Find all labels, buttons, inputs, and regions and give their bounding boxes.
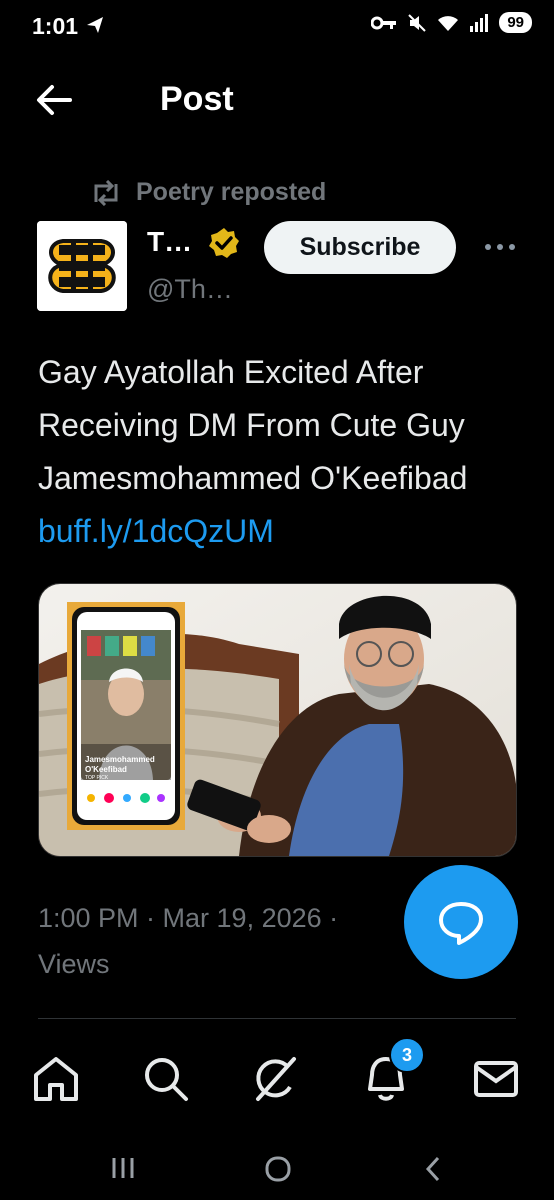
mail-icon xyxy=(474,1061,518,1097)
repost-indicator[interactable]: Poetry reposted xyxy=(90,178,326,207)
author-name[interactable]: T… xyxy=(147,226,192,258)
more-icon xyxy=(485,244,491,250)
tweet-link[interactable]: buff.ly/1dcQzUM xyxy=(38,513,274,549)
nav-search[interactable] xyxy=(136,1049,196,1109)
nav-messages[interactable] xyxy=(466,1049,526,1109)
key-icon xyxy=(371,16,397,29)
repost-label: Poetry reposted xyxy=(136,178,327,206)
chevron-left-icon xyxy=(425,1156,440,1182)
tweet-timestamp: 1:00 PM · Mar 19, 2026 · xyxy=(38,903,339,933)
bottom-navigation xyxy=(0,1035,554,1125)
home-circle-icon xyxy=(265,1156,291,1182)
tweet-image[interactable]: Jamesmohammed O'Keefibad TOP PICK xyxy=(38,583,517,857)
tweet-meta: 1:00 PM · Mar 19, 2026 · Views xyxy=(38,895,418,987)
status-bar: 1:01 99 xyxy=(0,0,554,52)
wifi-icon xyxy=(438,15,459,31)
profile-name-line2: O'Keefibad xyxy=(85,765,127,774)
notifications-badge: 3 xyxy=(389,1037,425,1073)
tweet-text: Gay Ayatollah Excited After Receiving DM… xyxy=(38,354,468,496)
subscribe-button[interactable]: Subscribe xyxy=(264,221,456,274)
views-label: Views xyxy=(38,949,110,979)
nav-home[interactable] xyxy=(26,1049,86,1109)
top-pick-label: TOP PICK xyxy=(85,775,109,781)
more-options-button[interactable] xyxy=(480,232,520,262)
verified-badge-icon xyxy=(207,226,241,260)
profile-name-line1: Jamesmohammed xyxy=(85,755,155,764)
tweet-image-graphic: Jamesmohammed O'Keefibad TOP PICK xyxy=(39,584,516,856)
author-handle[interactable]: @Th… xyxy=(147,274,233,305)
reply-fab-button[interactable] xyxy=(404,865,518,979)
avatar[interactable] xyxy=(37,221,127,311)
repost-icon xyxy=(94,179,118,206)
back-system-button[interactable] xyxy=(422,1155,444,1188)
page-title: Post xyxy=(160,80,234,118)
signal-icon xyxy=(470,13,489,32)
home-icon xyxy=(34,1057,78,1101)
tweet-body: Gay Ayatollah Excited After Receiving DM… xyxy=(38,346,528,558)
home-system-button[interactable] xyxy=(264,1155,292,1188)
back-button[interactable] xyxy=(34,80,82,124)
nav-grok[interactable] xyxy=(246,1049,306,1109)
search-icon xyxy=(145,1058,188,1101)
system-navigation xyxy=(0,1140,554,1200)
divider xyxy=(38,1018,516,1019)
battery-level: 99 xyxy=(499,12,532,33)
back-arrow-icon xyxy=(37,85,72,115)
reply-icon xyxy=(439,902,483,945)
status-right: 99 xyxy=(371,12,532,33)
recents-button[interactable] xyxy=(110,1156,136,1185)
mute-icon xyxy=(408,13,427,32)
notification-icon xyxy=(84,14,106,41)
status-time: 1:01 xyxy=(32,13,79,39)
grok-icon xyxy=(256,1057,296,1101)
babylon-bee-logo-icon xyxy=(37,221,127,311)
recents-icon xyxy=(112,1158,134,1178)
